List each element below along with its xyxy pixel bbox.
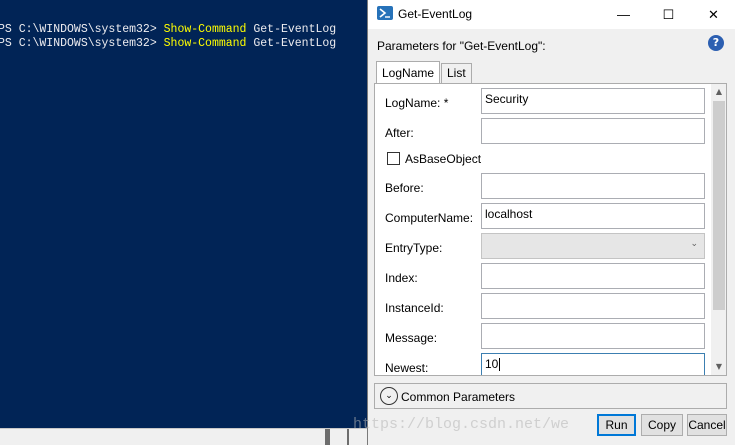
taskbar-divider xyxy=(325,429,330,445)
newest-input[interactable]: 10 xyxy=(481,353,705,375)
index-label: Index: xyxy=(385,271,418,285)
close-button[interactable]: ✕ xyxy=(691,0,735,29)
instanceid-input[interactable] xyxy=(481,293,705,319)
taskbar-divider xyxy=(347,429,349,445)
before-label: Before: xyxy=(385,181,424,195)
asbaseobject-checkbox[interactable] xyxy=(387,152,400,165)
before-input[interactable] xyxy=(481,173,705,199)
copy-button[interactable]: Copy xyxy=(641,414,683,436)
show-command-dialog: Get-EventLog — ☐ ✕ Parameters for "Get-E… xyxy=(367,0,735,445)
message-label: Message: xyxy=(385,331,438,345)
common-parameters-expander[interactable]: ⌄ Common Parameters xyxy=(374,383,727,409)
console-line: PS C:\WINDOWS\system32> Show-Command Get… xyxy=(0,23,337,36)
logname-input[interactable]: Security xyxy=(481,88,705,114)
after-label: After: xyxy=(385,126,414,140)
computername-input[interactable]: localhost xyxy=(481,203,705,229)
scroll-thumb[interactable] xyxy=(713,101,725,310)
vertical-scrollbar[interactable]: ▲ ▼ xyxy=(711,84,726,375)
minimize-button[interactable]: — xyxy=(601,0,646,29)
parameters-heading: Parameters for "Get-EventLog": xyxy=(377,39,546,53)
message-input[interactable] xyxy=(481,323,705,349)
entrytype-label: EntryType: xyxy=(385,241,443,255)
instanceid-label: InstanceId: xyxy=(385,301,444,315)
scroll-down-icon[interactable]: ▼ xyxy=(711,359,726,375)
cancel-button[interactable]: Cancel xyxy=(687,414,727,436)
powershell-console[interactable]: PS C:\WINDOWS\system32> Show-Command Get… xyxy=(0,0,370,445)
entrytype-select[interactable]: ⌄ xyxy=(481,233,705,259)
console-line: PS C:\WINDOWS\system32> Show-Command Get… xyxy=(0,37,337,50)
powershell-icon xyxy=(377,6,393,20)
common-parameters-label: Common Parameters xyxy=(401,390,516,404)
index-input[interactable] xyxy=(481,263,705,289)
run-button[interactable]: Run xyxy=(597,414,636,436)
logname-label: LogName: * xyxy=(385,96,449,110)
tab-list[interactable]: List xyxy=(441,63,472,84)
expand-chevron-icon[interactable]: ⌄ xyxy=(380,387,398,405)
title-bar[interactable]: Get-EventLog — ☐ ✕ xyxy=(368,0,735,29)
watermark: https://blog.csdn.net/we xyxy=(353,416,570,433)
window-title: Get-EventLog xyxy=(398,7,473,21)
help-icon[interactable]: ? xyxy=(708,35,724,51)
console-command: Show-Command xyxy=(163,23,247,36)
console-command: Show-Command xyxy=(163,37,247,50)
maximize-button[interactable]: ☐ xyxy=(646,0,691,29)
chevron-down-icon: ⌄ xyxy=(690,239,698,249)
parameters-panel: LogName: * Security After: AsBaseObject … xyxy=(374,83,727,376)
scroll-up-icon[interactable]: ▲ xyxy=(711,84,726,100)
tab-logname[interactable]: LogName xyxy=(376,61,441,84)
computername-label: ComputerName: xyxy=(385,211,474,225)
newest-label: Newest: xyxy=(385,361,429,375)
after-input[interactable] xyxy=(481,118,705,144)
asbaseobject-label[interactable]: AsBaseObject xyxy=(405,152,481,166)
newest-value: 10 xyxy=(485,357,499,371)
taskbar-strip xyxy=(0,428,370,445)
text-caret xyxy=(499,358,501,372)
